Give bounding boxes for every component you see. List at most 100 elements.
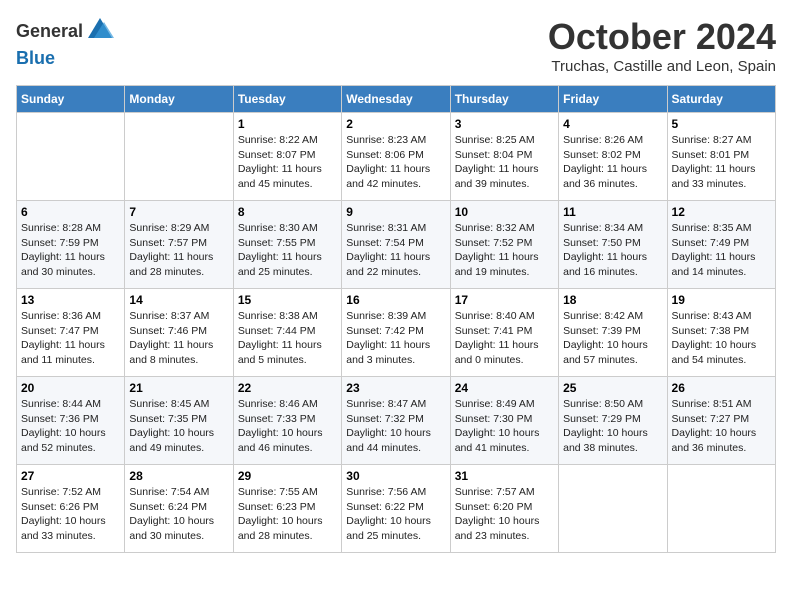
- day-number: 5: [672, 117, 771, 131]
- day-info: Sunrise: 8:37 AM Sunset: 7:46 PM Dayligh…: [129, 309, 228, 368]
- day-info: Sunrise: 8:32 AM Sunset: 7:52 PM Dayligh…: [455, 221, 554, 280]
- title-block: October 2024 Truchas, Castille and Leon,…: [548, 16, 776, 75]
- calendar-cell: 29Sunrise: 7:55 AM Sunset: 6:23 PM Dayli…: [233, 465, 341, 553]
- day-info: Sunrise: 8:25 AM Sunset: 8:04 PM Dayligh…: [455, 133, 554, 192]
- day-info: Sunrise: 8:51 AM Sunset: 7:27 PM Dayligh…: [672, 397, 771, 456]
- calendar-cell: 25 Sunrise: 8:50 AM Sunset: 7:29 PM Dayli…: [559, 377, 667, 465]
- day-info: Sunrise: 8:49 AM Sunset: 7:30 PM Dayligh…: [455, 397, 554, 456]
- calendar-cell: 22 Sunrise: 8:46 AM Sunset: 7:33 PM Dayli…: [233, 377, 341, 465]
- day-info: Sunrise: 8:30 AM Sunset: 7:55 PM Dayligh…: [238, 221, 337, 280]
- calendar-cell: 26Sunrise: 8:51 AM Sunset: 7:27 PM Dayli…: [667, 377, 775, 465]
- calendar-cell: 8Sunrise: 8:30 AM Sunset: 7:55 PM Daylig…: [233, 201, 341, 289]
- day-info: Sunrise: 8:42 AM Sunset: 7:39 PM Dayligh…: [563, 309, 662, 368]
- day-info: Sunrise: 8:28 AM Sunset: 7:59 PM Dayligh…: [21, 221, 120, 280]
- day-number: 7: [129, 205, 228, 219]
- day-info: Sunrise: 8:43 AM Sunset: 7:38 PM Dayligh…: [672, 309, 771, 368]
- day-number: 14: [129, 293, 228, 307]
- day-info: Sunrise: 8:31 AM Sunset: 7:54 PM Dayligh…: [346, 221, 445, 280]
- day-number: 11: [563, 205, 662, 219]
- calendar-cell: 23 Sunrise: 8:47 AM Sunset: 7:32 PM Dayli…: [342, 377, 450, 465]
- header-day-friday: Friday: [559, 86, 667, 113]
- calendar-cell: 3 Sunrise: 8:25 AM Sunset: 8:04 PM Daylig…: [450, 113, 558, 201]
- calendar-cell: 18 Sunrise: 8:42 AM Sunset: 7:39 PM Dayli…: [559, 289, 667, 377]
- day-number: 6: [21, 205, 120, 219]
- logo-blue: Blue: [16, 48, 55, 68]
- day-number: 4: [563, 117, 662, 131]
- day-info: Sunrise: 8:40 AM Sunset: 7:41 PM Dayligh…: [455, 309, 554, 368]
- day-number: 17: [455, 293, 554, 307]
- day-number: 15: [238, 293, 337, 307]
- calendar-cell: 2 Sunrise: 8:23 AM Sunset: 8:06 PM Daylig…: [342, 113, 450, 201]
- day-number: 10: [455, 205, 554, 219]
- calendar-cell: 31Sunrise: 7:57 AM Sunset: 6:20 PM Dayli…: [450, 465, 558, 553]
- page-header: General Blue October 2024 Truchas, Casti…: [16, 16, 776, 75]
- day-info: Sunrise: 7:57 AM Sunset: 6:20 PM Dayligh…: [455, 485, 554, 544]
- day-info: Sunrise: 7:52 AM Sunset: 6:26 PM Dayligh…: [21, 485, 120, 544]
- day-number: 30: [346, 469, 445, 483]
- calendar-cell: 30 Sunrise: 7:56 AM Sunset: 6:22 PM Dayli…: [342, 465, 450, 553]
- day-info: Sunrise: 8:34 AM Sunset: 7:50 PM Dayligh…: [563, 221, 662, 280]
- day-number: 12: [672, 205, 771, 219]
- day-info: Sunrise: 7:56 AM Sunset: 6:22 PM Dayligh…: [346, 485, 445, 544]
- day-info: Sunrise: 7:54 AM Sunset: 6:24 PM Dayligh…: [129, 485, 228, 544]
- location-title: Truchas, Castille and Leon, Spain: [548, 58, 776, 75]
- calendar-cell: 17 Sunrise: 8:40 AM Sunset: 7:41 PM Dayli…: [450, 289, 558, 377]
- calendar-week-row: 1 Sunrise: 8:22 AM Sunset: 8:07 PM Daylig…: [17, 113, 776, 201]
- calendar-cell: 6 Sunrise: 8:28 AM Sunset: 7:59 PM Daylig…: [17, 201, 125, 289]
- calendar-cell: 27 Sunrise: 7:52 AM Sunset: 6:26 PM Dayli…: [17, 465, 125, 553]
- header-day-wednesday: Wednesday: [342, 86, 450, 113]
- day-info: Sunrise: 8:47 AM Sunset: 7:32 PM Dayligh…: [346, 397, 445, 456]
- calendar-cell: 20Sunrise: 8:44 AM Sunset: 7:36 PM Dayli…: [17, 377, 125, 465]
- day-number: 13: [21, 293, 120, 307]
- calendar-cell: 5Sunrise: 8:27 AM Sunset: 8:01 PM Daylig…: [667, 113, 775, 201]
- calendar-week-row: 6 Sunrise: 8:28 AM Sunset: 7:59 PM Daylig…: [17, 201, 776, 289]
- calendar-header-row: SundayMondayTuesdayWednesdayThursdayFrid…: [17, 86, 776, 113]
- header-day-monday: Monday: [125, 86, 233, 113]
- calendar-cell: 7Sunrise: 8:29 AM Sunset: 7:57 PM Daylig…: [125, 201, 233, 289]
- day-info: Sunrise: 8:39 AM Sunset: 7:42 PM Dayligh…: [346, 309, 445, 368]
- day-number: 27: [21, 469, 120, 483]
- logo: General Blue: [16, 16, 115, 69]
- calendar-cell: 15 Sunrise: 8:38 AM Sunset: 7:44 PM Dayli…: [233, 289, 341, 377]
- calendar-cell: [125, 113, 233, 201]
- calendar-cell: [667, 465, 775, 553]
- day-number: 22: [238, 381, 337, 395]
- calendar-cell: 11 Sunrise: 8:34 AM Sunset: 7:50 PM Dayli…: [559, 201, 667, 289]
- calendar-cell: 12 Sunrise: 8:35 AM Sunset: 7:49 PM Dayli…: [667, 201, 775, 289]
- day-number: 20: [21, 381, 120, 395]
- day-number: 24: [455, 381, 554, 395]
- day-number: 9: [346, 205, 445, 219]
- logo-icon: [86, 16, 114, 44]
- calendar-cell: 16 Sunrise: 8:39 AM Sunset: 7:42 PM Dayli…: [342, 289, 450, 377]
- day-info: Sunrise: 8:23 AM Sunset: 8:06 PM Dayligh…: [346, 133, 445, 192]
- day-number: 3: [455, 117, 554, 131]
- day-number: 29: [238, 469, 337, 483]
- calendar-cell: 10 Sunrise: 8:32 AM Sunset: 7:52 PM Dayli…: [450, 201, 558, 289]
- day-number: 1: [238, 117, 337, 131]
- calendar-cell: 21Sunrise: 8:45 AM Sunset: 7:35 PM Dayli…: [125, 377, 233, 465]
- day-number: 28: [129, 469, 228, 483]
- calendar-week-row: 13Sunrise: 8:36 AM Sunset: 7:47 PM Dayli…: [17, 289, 776, 377]
- logo-general: General: [16, 21, 83, 41]
- calendar-cell: 1 Sunrise: 8:22 AM Sunset: 8:07 PM Daylig…: [233, 113, 341, 201]
- day-info: Sunrise: 8:38 AM Sunset: 7:44 PM Dayligh…: [238, 309, 337, 368]
- header-day-sunday: Sunday: [17, 86, 125, 113]
- day-info: Sunrise: 8:35 AM Sunset: 7:49 PM Dayligh…: [672, 221, 771, 280]
- calendar-cell: [559, 465, 667, 553]
- day-info: Sunrise: 8:45 AM Sunset: 7:35 PM Dayligh…: [129, 397, 228, 456]
- day-number: 2: [346, 117, 445, 131]
- day-info: Sunrise: 8:50 AM Sunset: 7:29 PM Dayligh…: [563, 397, 662, 456]
- day-info: Sunrise: 8:22 AM Sunset: 8:07 PM Dayligh…: [238, 133, 337, 192]
- day-info: Sunrise: 8:26 AM Sunset: 8:02 PM Dayligh…: [563, 133, 662, 192]
- calendar-cell: [17, 113, 125, 201]
- month-title: October 2024: [548, 16, 776, 58]
- calendar-cell: 24 Sunrise: 8:49 AM Sunset: 7:30 PM Dayli…: [450, 377, 558, 465]
- day-number: 19: [672, 293, 771, 307]
- header-day-saturday: Saturday: [667, 86, 775, 113]
- day-number: 25: [563, 381, 662, 395]
- day-number: 16: [346, 293, 445, 307]
- day-number: 18: [563, 293, 662, 307]
- calendar-cell: 9 Sunrise: 8:31 AM Sunset: 7:54 PM Daylig…: [342, 201, 450, 289]
- day-number: 23: [346, 381, 445, 395]
- day-info: Sunrise: 8:46 AM Sunset: 7:33 PM Dayligh…: [238, 397, 337, 456]
